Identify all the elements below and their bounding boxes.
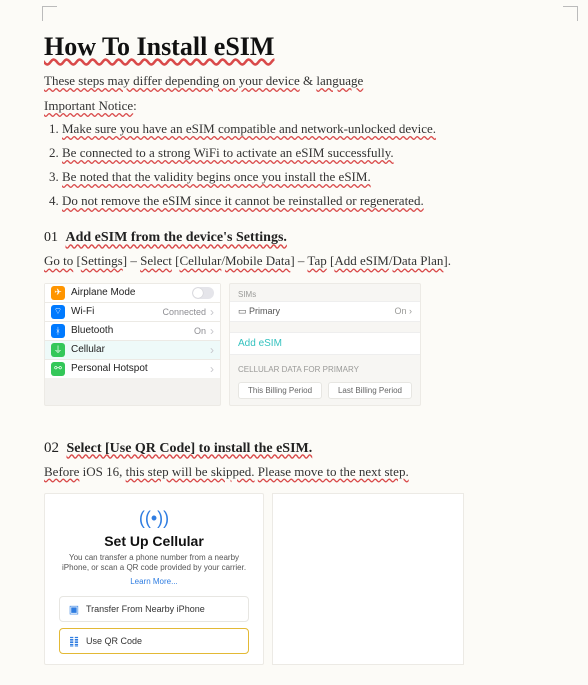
airplane-icon: ✈	[51, 286, 65, 300]
step1-figure: ✈ Airplane Mode ⌔ Wi-Fi Connected ᚼ Blue…	[44, 283, 544, 406]
chevron-icon	[210, 305, 214, 319]
cellular-icon: ⏚	[51, 343, 65, 357]
transfer-option: ▣ Transfer From Nearby iPhone	[59, 596, 249, 622]
intro-text: These steps may differ depending on your…	[44, 70, 544, 92]
billing-tab-last: Last Billing Period	[328, 382, 412, 399]
step2-heading: 02 Select [Use QR Code] to install the e…	[44, 440, 544, 457]
step1-heading: 01 Add eSIM from the device's Settings.	[44, 230, 544, 246]
settings-row-airplane: ✈ Airplane Mode	[45, 284, 220, 303]
note-item: Do not remove the eSIM since it cannot b…	[62, 193, 424, 208]
settings-list: ✈ Airplane Mode ⌔ Wi-Fi Connected ᚼ Blue…	[44, 283, 221, 406]
settings-row-wifi: ⌔ Wi-Fi Connected	[45, 303, 220, 322]
important-notice: Important Notice:	[44, 98, 544, 114]
qr-icon: ䷁	[68, 635, 80, 647]
sim-primary-row: ▭ Primary On ›	[230, 301, 420, 322]
bluetooth-icon: ᚼ	[51, 324, 65, 338]
page-title: How To Install eSIM	[44, 32, 544, 62]
note-item: Be noted that the validity begins once y…	[62, 169, 371, 184]
qr-option: ䷁ Use QR Code	[59, 628, 249, 654]
learn-more-link: Learn More...	[59, 577, 249, 586]
sim-panel: SIMs ▭ Primary On › Add eSIM CELLULAR DA…	[229, 283, 421, 406]
settings-row-cellular: ⏚ Cellular	[45, 341, 220, 360]
antenna-icon: ((•))	[59, 508, 249, 529]
settings-row-bluetooth: ᚼ Bluetooth On	[45, 322, 220, 341]
wifi-icon: ⌔	[51, 305, 65, 319]
note-item: Make sure you have an eSIM compatible an…	[62, 121, 436, 136]
billing-tab-this: This Billing Period	[238, 382, 322, 399]
chevron-icon	[210, 324, 214, 338]
notice-list: Make sure you have an eSIM compatible an…	[44, 118, 544, 212]
settings-row-hotspot: ⚯ Personal Hotspot	[45, 360, 220, 378]
step1-description: Go to [Settings] – Select [Cellular/Mobi…	[44, 250, 544, 272]
hotspot-icon: ⚯	[51, 362, 65, 376]
phone-icon: ▣	[68, 603, 80, 615]
add-esim-row: Add eSIM	[230, 332, 420, 355]
chevron-icon	[210, 362, 214, 376]
airplane-toggle	[192, 287, 214, 299]
note-item: Be connected to a strong WiFi to activat…	[62, 145, 394, 160]
step2-description: Before iOS 16, this step will be skipped…	[44, 461, 544, 483]
chevron-icon	[210, 343, 214, 357]
